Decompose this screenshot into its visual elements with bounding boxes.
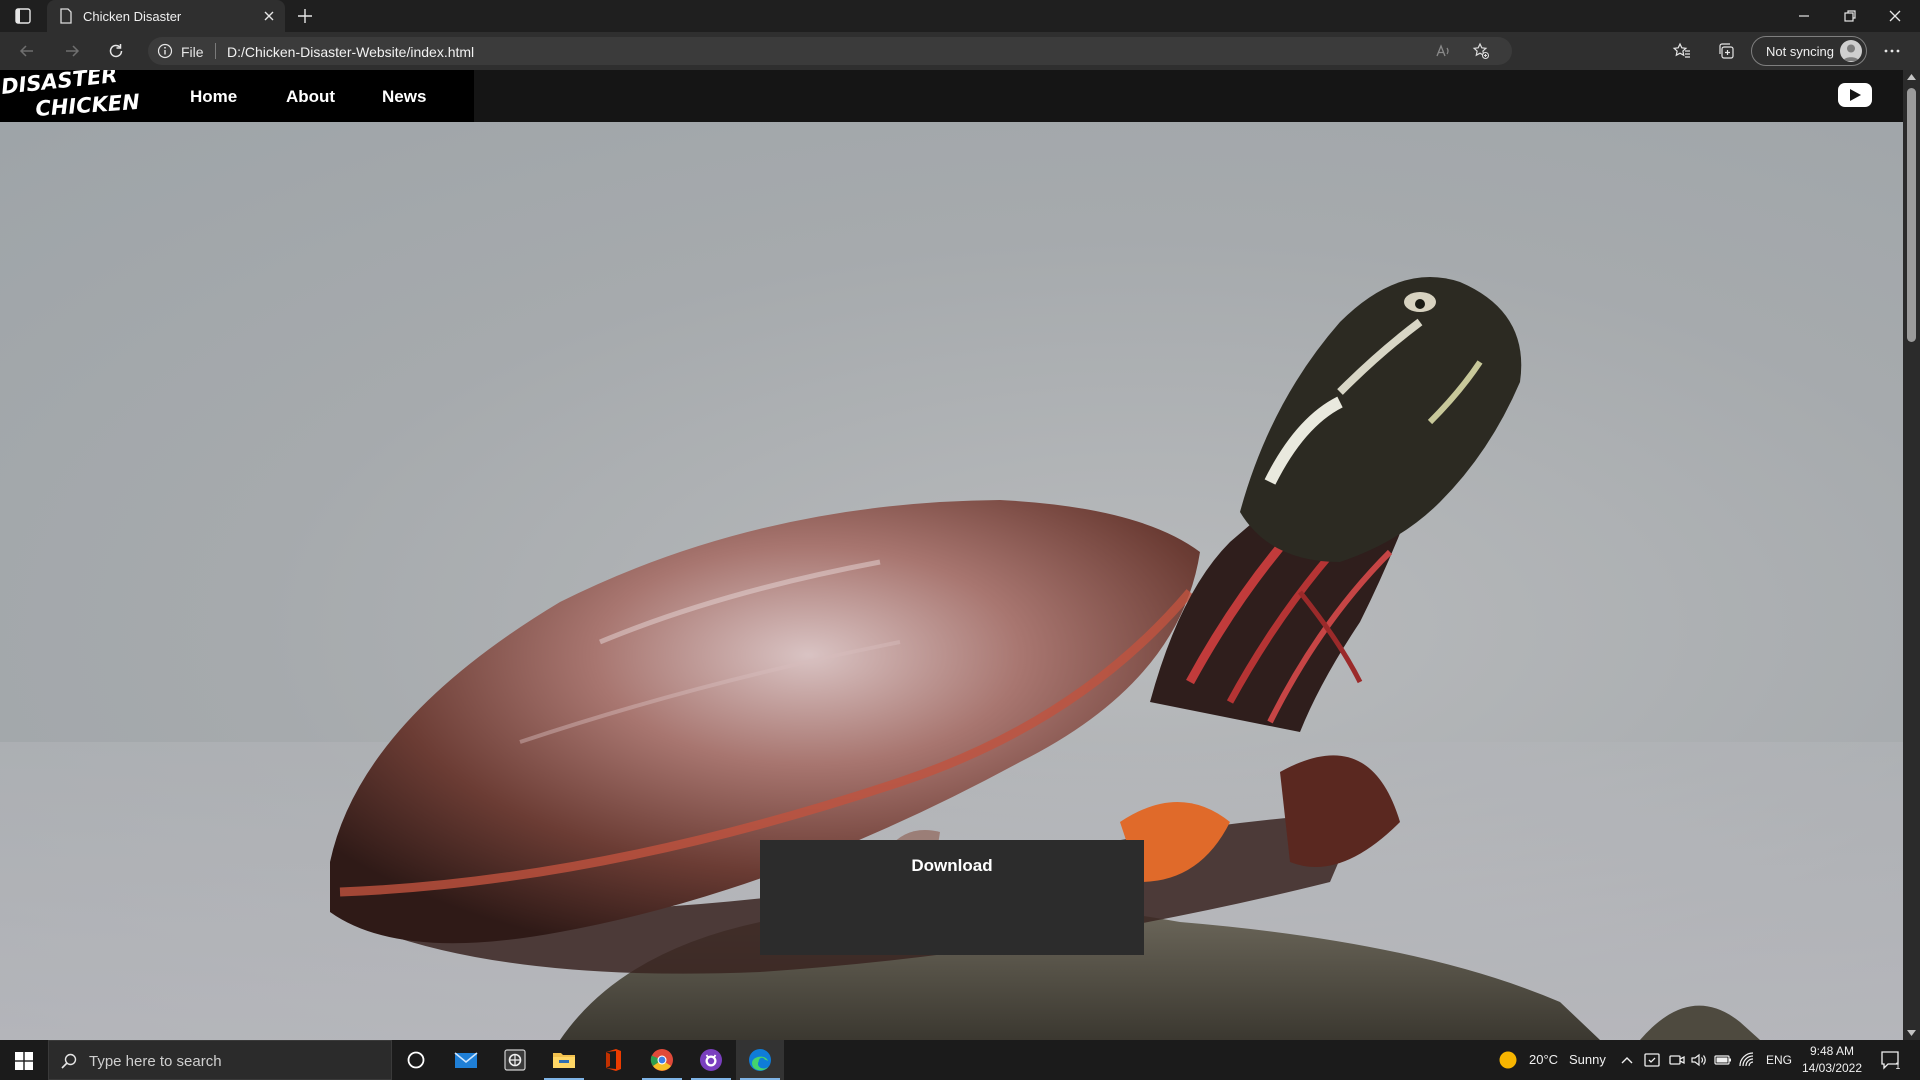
address-bar[interactable]: File D:/Chicken-Disaster-Website/index.h… (148, 37, 1512, 65)
add-favorite-icon[interactable] (1472, 42, 1490, 60)
search-icon (61, 1053, 77, 1069)
browser-tab-active[interactable]: Chicken Disaster (47, 0, 285, 32)
page-viewport: DISASTER CHICKEN Home About News Downloa… (0, 70, 1920, 1040)
mail-icon (454, 1048, 478, 1072)
read-aloud-icon[interactable] (1434, 42, 1452, 60)
url-text[interactable]: D:/Chicken-Disaster-Website/index.html (227, 44, 474, 60)
nav-about-link[interactable]: About (286, 87, 335, 107)
restore-icon[interactable] (1840, 6, 1860, 26)
tab-actions-icon[interactable] (12, 6, 34, 26)
taskbar-github-desktop[interactable] (687, 1040, 735, 1080)
windows-start-icon[interactable] (0, 1040, 48, 1080)
clock-time: 9:48 AM (1809, 1044, 1855, 1058)
favorites-icon[interactable] (1672, 41, 1692, 61)
taskbar-chrome[interactable] (638, 1040, 686, 1080)
taskbar-app[interactable] (491, 1040, 539, 1080)
site-navbar: DISASTER CHICKEN Home About News (0, 70, 1903, 122)
back-icon[interactable] (17, 41, 37, 61)
scroll-up-icon[interactable] (1907, 73, 1916, 81)
youtube-icon[interactable] (1838, 83, 1872, 107)
new-tab-icon[interactable] (295, 6, 315, 26)
github-desktop-icon (699, 1048, 723, 1072)
svg-text:CHICKEN: CHICKEN (35, 90, 141, 121)
security-icon[interactable] (1643, 1051, 1661, 1069)
cortana-icon (404, 1048, 428, 1072)
weather-sun-icon[interactable] (1498, 1050, 1518, 1070)
taskbar-edge[interactable] (736, 1040, 784, 1080)
page-scrollbar[interactable] (1903, 70, 1920, 1040)
notifications-icon[interactable]: 1 (1880, 1050, 1902, 1070)
taskbar-file-explorer[interactable] (540, 1040, 588, 1080)
close-window-icon[interactable] (1885, 6, 1905, 26)
taskbar-cortana[interactable] (392, 1040, 440, 1080)
profile-button[interactable]: Not syncing (1751, 36, 1867, 66)
clock-date: 14/03/2022 (1801, 1061, 1863, 1075)
meet-now-icon[interactable] (1668, 1051, 1686, 1069)
profile-status-label: Not syncing (1766, 44, 1834, 59)
nav-home-link[interactable]: Home (190, 87, 237, 107)
browser-tab-strip: Chicken Disaster (0, 0, 1920, 32)
taskbar-office[interactable] (589, 1040, 637, 1080)
scroll-down-icon[interactable] (1907, 1029, 1916, 1037)
file-explorer-icon (552, 1048, 576, 1072)
taskbar-clock[interactable]: 9:48 AM 14/03/2022 (1800, 1043, 1864, 1077)
office-icon (601, 1048, 625, 1072)
refresh-icon[interactable] (106, 41, 126, 61)
close-tab-icon[interactable] (261, 8, 277, 24)
tab-title: Chicken Disaster (83, 9, 182, 24)
windows-taskbar: Type here to search 20°C Sunny ENG 9:48 … (0, 1040, 1920, 1080)
taskbar-mail[interactable] (442, 1040, 490, 1080)
more-options-icon[interactable] (1882, 41, 1902, 61)
edge-icon (748, 1048, 772, 1072)
download-button[interactable]: Download (760, 856, 1144, 876)
page-icon (59, 8, 73, 24)
network-icon[interactable] (1738, 1051, 1756, 1069)
input-language[interactable]: ENG (1766, 1053, 1792, 1069)
site-info-icon[interactable] (157, 43, 173, 59)
chrome-icon (650, 1048, 674, 1072)
volume-icon[interactable] (1690, 1051, 1708, 1069)
browser-toolbar: File D:/Chicken-Disaster-Website/index.h… (0, 32, 1920, 70)
forward-icon[interactable] (62, 41, 82, 61)
avatar-icon (1840, 40, 1862, 62)
collections-icon[interactable] (1716, 41, 1736, 61)
nav-news-link[interactable]: News (382, 87, 426, 107)
url-scheme-label: File (181, 44, 204, 60)
scrollbar-thumb[interactable] (1907, 88, 1916, 342)
address-separator (215, 43, 216, 59)
disaster-chicken-logo[interactable]: DISASTER CHICKEN (0, 70, 145, 122)
minimize-icon[interactable] (1794, 6, 1814, 26)
svg-text:1: 1 (1895, 1062, 1901, 1070)
weather-temp[interactable]: 20°C (1529, 1052, 1558, 1070)
weather-condition[interactable]: Sunny (1569, 1052, 1606, 1070)
download-panel: Download (760, 840, 1144, 955)
app-icon (503, 1048, 527, 1072)
show-hidden-icons-icon[interactable] (1620, 1053, 1634, 1067)
battery-icon[interactable] (1714, 1051, 1732, 1069)
taskbar-search-box[interactable]: Type here to search (48, 1040, 392, 1080)
search-placeholder: Type here to search (89, 1053, 222, 1070)
